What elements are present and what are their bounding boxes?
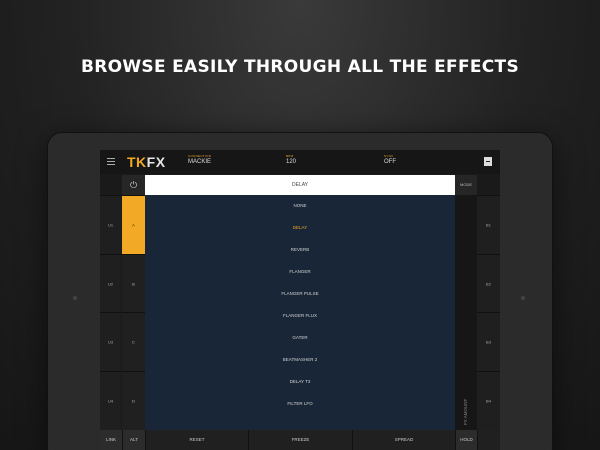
sync-label: SYNC xyxy=(384,154,394,158)
effect-item[interactable]: REVERB xyxy=(145,239,455,261)
options-menu-icon[interactable] xyxy=(484,157,492,166)
effect-item[interactable]: FLANGER xyxy=(145,261,455,283)
channel-u2[interactable]: U2 xyxy=(100,254,121,312)
app-screen: TKFX CONNECTION MACKIE BPM 120 SYNC OFF … xyxy=(100,150,500,450)
channel-b2[interactable]: B2 xyxy=(477,254,500,312)
logo-tk: TK xyxy=(127,154,147,170)
channel-u1[interactable]: U1 xyxy=(100,195,121,254)
deck-a-button[interactable]: A xyxy=(122,195,145,254)
hamburger-menu-icon[interactable] xyxy=(107,158,115,165)
sync-value: OFF xyxy=(384,159,396,165)
channel-b3[interactable]: B3 xyxy=(477,312,500,371)
effect-item[interactable]: FLANGER FLUX xyxy=(145,305,455,327)
hold-button[interactable]: HOLD xyxy=(455,430,477,450)
tablet-sensor-left xyxy=(73,296,77,300)
channel-u3[interactable]: U3 xyxy=(100,312,121,371)
sync-display[interactable]: SYNC OFF xyxy=(384,154,396,165)
deck-c-button[interactable]: C xyxy=(122,312,145,371)
freeze-button[interactable]: FREEZE xyxy=(248,430,352,450)
effect-dropdown[interactable]: DELAY xyxy=(145,175,455,195)
reset-button[interactable]: RESET xyxy=(145,430,248,450)
connection-display[interactable]: CONNECTION MACKIE xyxy=(188,154,211,165)
effect-item[interactable]: GATER xyxy=(145,327,455,349)
effect-item[interactable]: DELAY T3 xyxy=(145,371,455,393)
link-button[interactable]: LINK xyxy=(100,430,122,450)
mode-button[interactable]: MODE xyxy=(455,175,477,195)
fx-amount-slider[interactable]: FX AMOUNT xyxy=(455,195,477,430)
power-icon: ⏻ xyxy=(129,180,138,190)
effect-item[interactable]: NONE xyxy=(145,195,455,217)
promo-headline: BROWSE EASILY THROUGH ALL THE EFFECTS xyxy=(80,57,519,77)
power-button[interactable]: ⏻ xyxy=(122,175,145,195)
effect-item[interactable]: FILTER LFO xyxy=(145,393,455,415)
fx-amount-label: FX AMOUNT xyxy=(463,398,468,425)
bottom-right-blank[interactable] xyxy=(477,430,500,450)
deck-b-button[interactable]: B xyxy=(122,254,145,312)
effect-item[interactable]: BEATMASHER 2 xyxy=(145,349,455,371)
effect-item[interactable]: FLANGER PULSE xyxy=(145,283,455,305)
effect-item-selected[interactable]: DELAY xyxy=(145,217,455,239)
app-logo: TKFX xyxy=(127,154,166,170)
spread-button[interactable]: SPREAD xyxy=(352,430,455,450)
channel-b1[interactable]: B1 xyxy=(477,195,500,254)
effects-list[interactable]: NONE DELAY REVERB FLANGER FLANGER PULSE … xyxy=(145,195,455,430)
deck-d-button[interactable]: D xyxy=(122,371,145,430)
connection-value: MACKIE xyxy=(188,159,212,165)
bpm-value: 120 xyxy=(286,159,297,165)
channel-b4[interactable]: B4 xyxy=(477,371,500,430)
alt-button[interactable]: ALT xyxy=(122,430,145,450)
bpm-label: BPM xyxy=(286,154,294,158)
logo-fx: FX xyxy=(146,154,166,170)
connection-label: CONNECTION xyxy=(188,154,212,158)
channel-u4[interactable]: U4 xyxy=(100,371,121,430)
bpm-display[interactable]: BPM 120 xyxy=(286,154,296,165)
tablet-sensor-right xyxy=(521,296,525,300)
app-header: TKFX CONNECTION MACKIE BPM 120 SYNC OFF xyxy=(100,150,500,174)
